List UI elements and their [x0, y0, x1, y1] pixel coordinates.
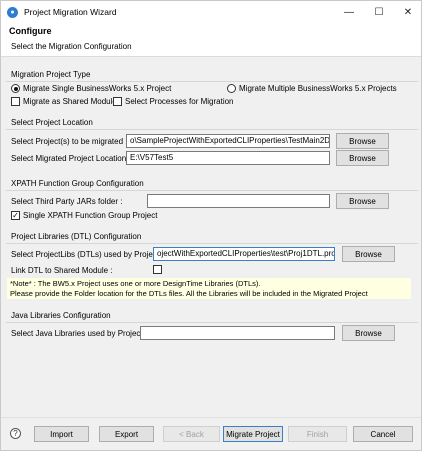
group-divider [6, 190, 418, 191]
page-subtitle: Select the Migration Configuration [11, 42, 132, 51]
group-divider [6, 322, 418, 323]
dtl-note-line1: *Note* : The BW5.x Project uses one or m… [10, 279, 261, 288]
project-migration-wizard-window: ● Project Migration Wizard — ☐ ✕ Configu… [0, 0, 422, 451]
migrated-location-label: Select Migrated Project Location : [11, 154, 131, 163]
dtl-note: *Note* : The BW5.x Project uses one or m… [7, 278, 411, 299]
radio-indicator[interactable] [227, 84, 236, 94]
migrate-multiple-label: Migrate Multiple BusinessWorks 5.x Proje… [239, 84, 397, 94]
browse-projectlibs-button[interactable]: Browse [342, 246, 395, 262]
checkbox-indicator[interactable] [113, 97, 122, 107]
window-title: Project Migration Wizard [24, 7, 117, 17]
group-divider [6, 129, 418, 130]
group-divider [6, 243, 418, 244]
projectlibs-label: Select ProjectLibs (DTLs) used by Projec… [11, 250, 164, 259]
browse-migrated-button[interactable]: Browse [336, 150, 389, 166]
cancel-button[interactable]: Cancel [353, 426, 413, 442]
migrate-project-button[interactable]: Migrate Project [223, 426, 283, 442]
app-icon: ● [7, 6, 18, 18]
export-button[interactable]: Export [99, 426, 154, 442]
migrate-single-radio[interactable]: Migrate Single BusinessWorks 5.x Project [11, 84, 172, 94]
link-dtl-checkbox[interactable] [153, 265, 162, 275]
radio-indicator[interactable] [11, 84, 20, 94]
project-location-label: Select Project Location [11, 118, 93, 127]
single-xpath-group-checkbox[interactable]: ✓ Single XPATH Function Group Project [11, 211, 158, 221]
select-processes-checkbox[interactable]: Select Processes for Migration [113, 97, 234, 107]
footer-divider [1, 417, 421, 418]
finish-button[interactable]: Finish [288, 426, 347, 442]
minimize-button[interactable]: — [335, 1, 363, 23]
single-xpath-group-label: Single XPATH Function Group Project [23, 211, 158, 221]
java-libs-input[interactable] [140, 326, 335, 340]
wizard-header: Configure Select the Migration Configura… [1, 23, 421, 57]
projects-to-migrate-input[interactable]: o\SampleProjectWithExportedCLIProperties… [126, 134, 330, 148]
third-party-jars-input[interactable] [147, 194, 330, 208]
java-libs-label: Select Java Libraries used by Project : [11, 329, 148, 338]
third-party-jars-label: Select Third Party JARs folder : [11, 197, 123, 206]
help-icon[interactable]: ? [10, 428, 21, 439]
migrate-multiple-radio[interactable]: Migrate Multiple BusinessWorks 5.x Proje… [227, 84, 397, 94]
projects-to-migrate-label: Select Project(s) to be migrated : [11, 137, 128, 146]
close-button[interactable]: ✕ [394, 1, 422, 23]
back-button[interactable]: < Back [163, 426, 220, 442]
dtl-note-line2: Please provide the Folder location for t… [10, 289, 368, 298]
link-dtl-label: Link DTL to Shared Module : [11, 266, 113, 275]
browse-java-libs-button[interactable]: Browse [342, 325, 395, 341]
shared-module-checkbox[interactable]: Migrate as Shared Module [11, 97, 117, 107]
migrate-single-label: Migrate Single BusinessWorks 5.x Project [23, 84, 172, 94]
shared-module-label: Migrate as Shared Module [23, 97, 117, 107]
projectlibs-input[interactable]: ojectWithExportedCLIProperties\test\Proj… [153, 247, 335, 261]
dtl-group-label: Project Libraries (DTL) Configuration [11, 232, 142, 241]
checkbox-indicator[interactable]: ✓ [11, 211, 20, 221]
import-button[interactable]: Import [34, 426, 89, 442]
group-divider [6, 81, 418, 82]
java-group-label: Java Libraries Configuration [11, 311, 111, 320]
browse-jars-button[interactable]: Browse [336, 193, 389, 209]
maximize-button[interactable]: ☐ [365, 1, 393, 23]
browse-projects-button[interactable]: Browse [336, 133, 389, 149]
page-title: Configure [9, 26, 52, 36]
select-processes-label: Select Processes for Migration [125, 97, 234, 107]
xpath-group-label: XPATH Function Group Configuration [11, 179, 144, 188]
migration-type-label: Migration Project Type [11, 70, 91, 79]
title-bar: ● Project Migration Wizard — ☐ ✕ [1, 1, 421, 23]
checkbox-indicator[interactable] [11, 97, 20, 107]
migrated-location-input[interactable]: E:\V57Test5 [126, 151, 330, 165]
